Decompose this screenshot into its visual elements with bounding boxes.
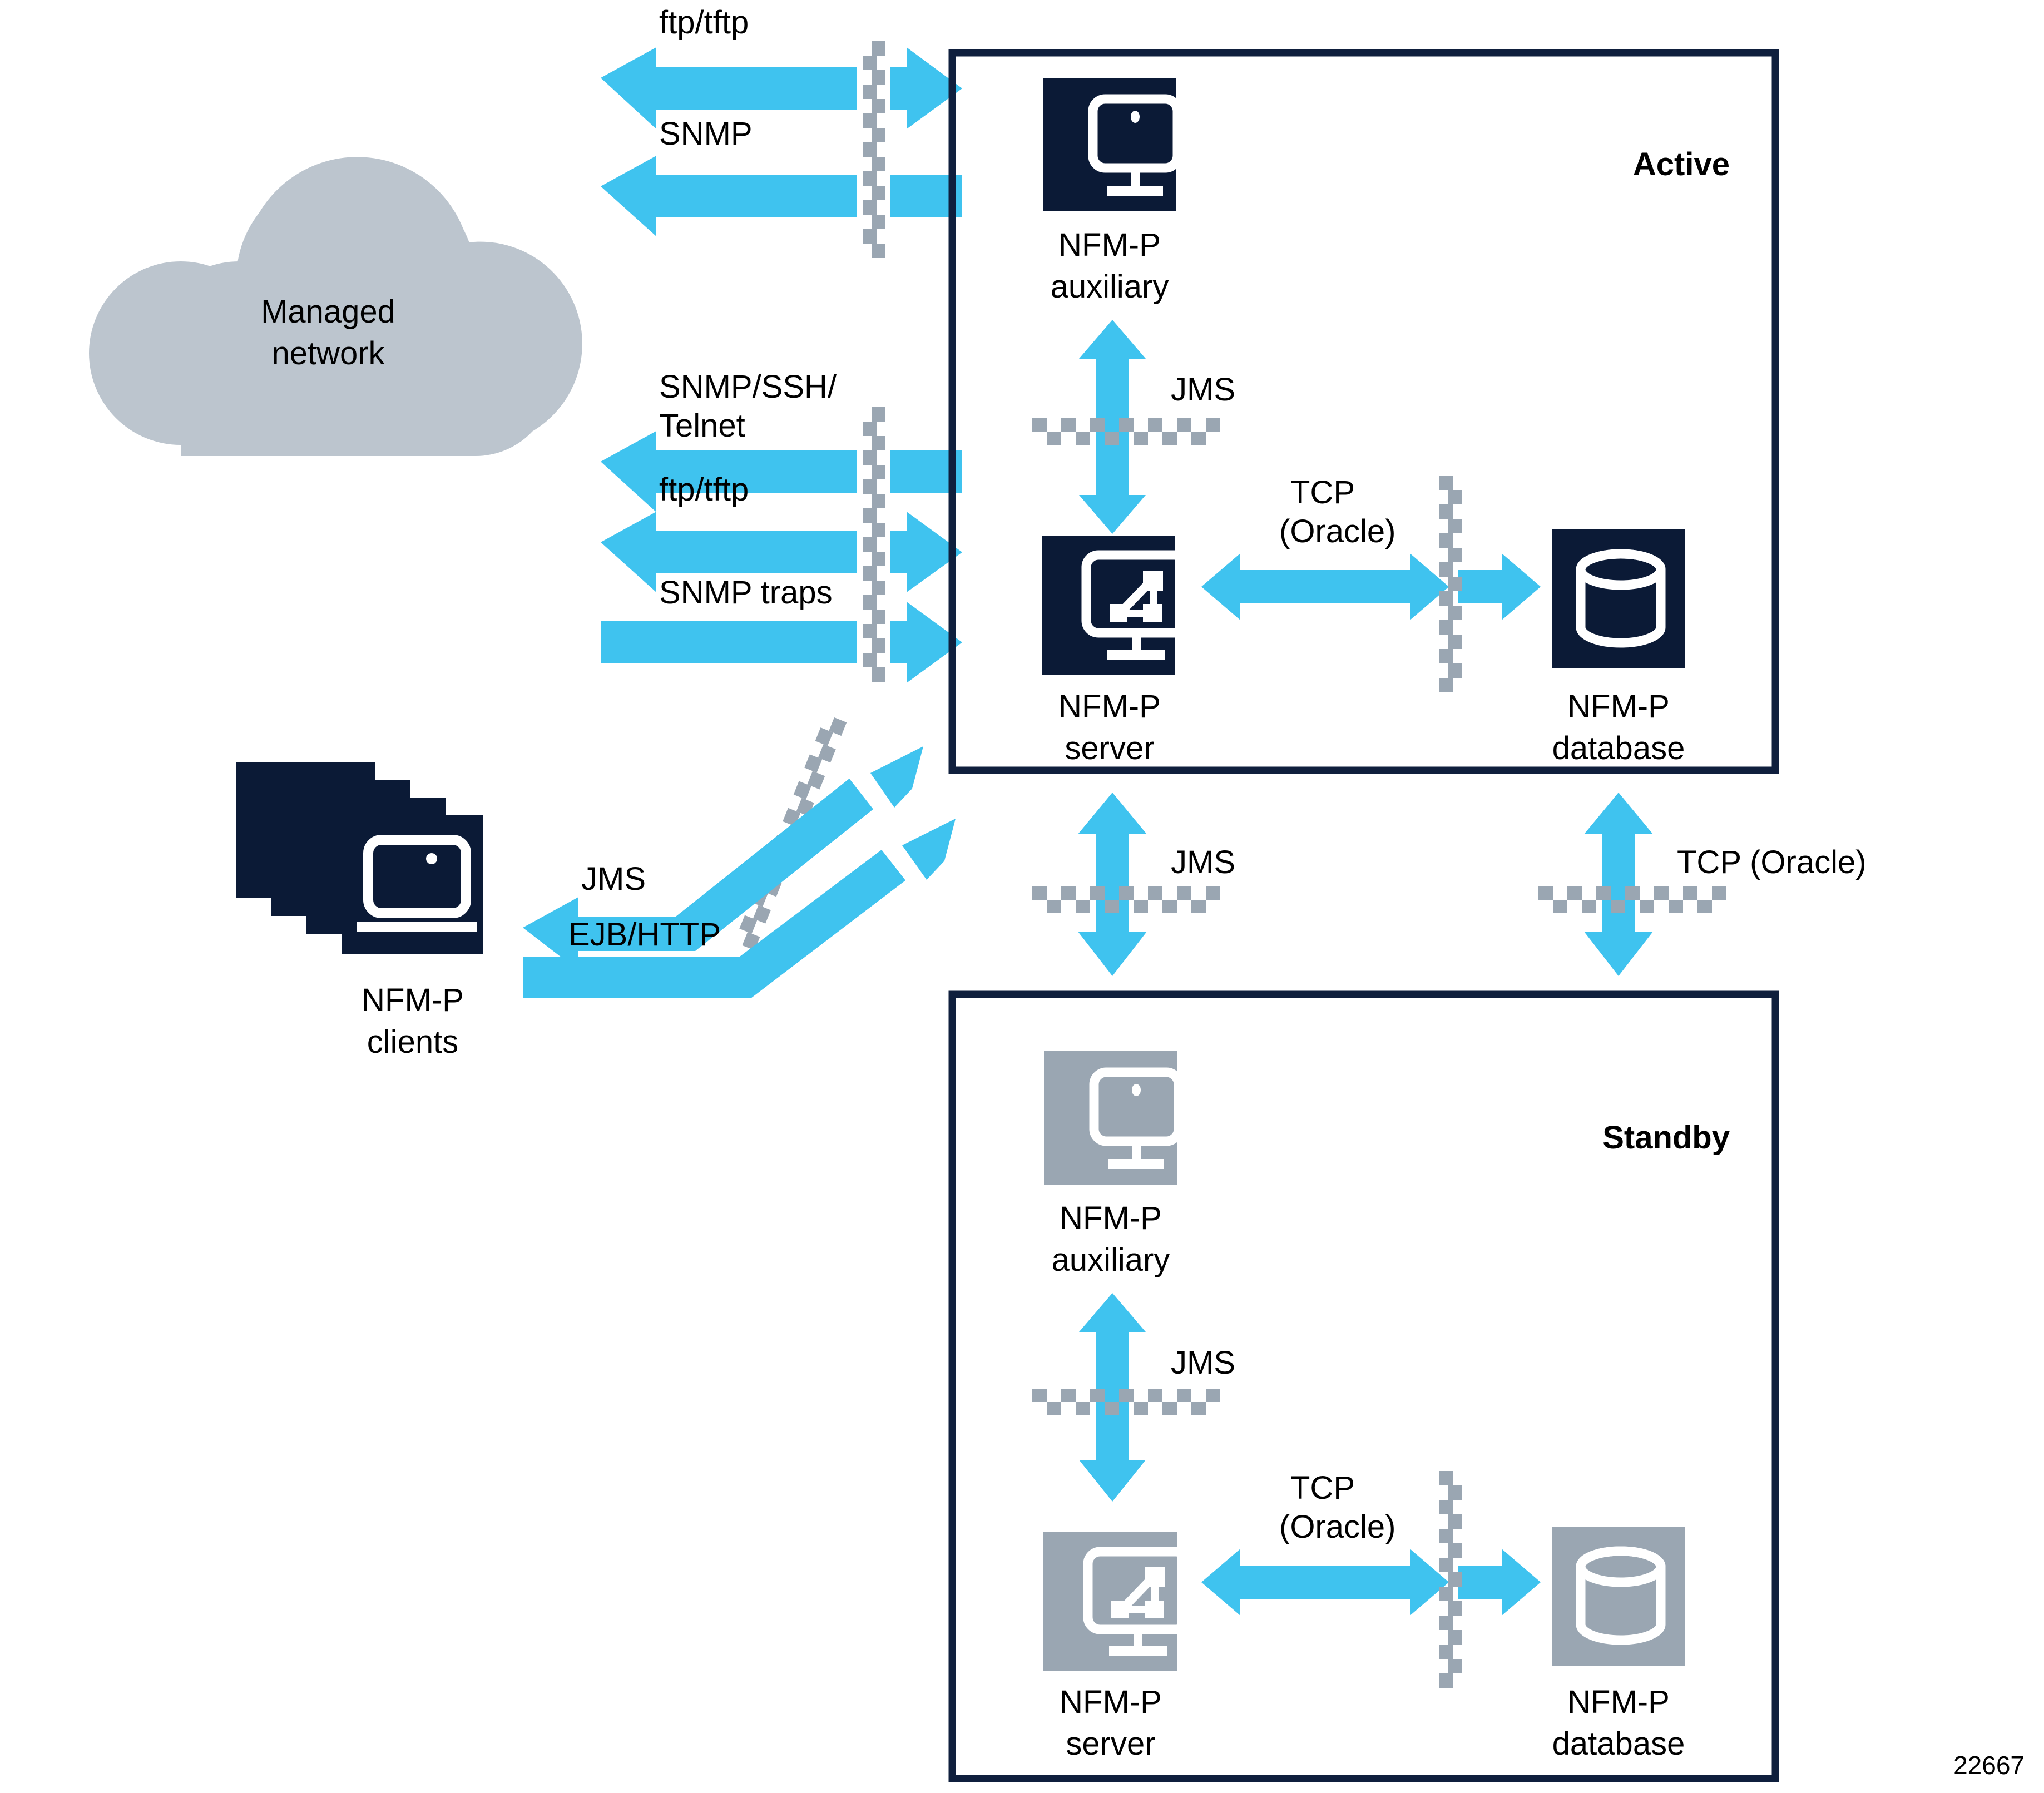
active-tcp-label-line1: TCP bbox=[1290, 474, 1355, 511]
managed-network-cloud: Managed network bbox=[89, 157, 582, 456]
standby-auxiliary-node: NFM-P auxiliary bbox=[1044, 1051, 1179, 1278]
link-tcp-oracle-db: TCP (Oracle) bbox=[1538, 793, 1867, 976]
standby-database-label-line1: NFM-P bbox=[1567, 1684, 1670, 1720]
standby-tcp-label-line2: (Oracle) bbox=[1279, 1509, 1395, 1545]
active-database-node: NFM-P database bbox=[1552, 529, 1685, 766]
standby-jms-label: JMS bbox=[1171, 1345, 1235, 1381]
standby-server-label-line1: NFM-P bbox=[1060, 1684, 1162, 1720]
active-database-label-line2: database bbox=[1552, 730, 1685, 766]
standby-server-node: NFM-P server bbox=[1043, 1532, 1188, 1762]
active-tcp-label-line2: (Oracle) bbox=[1279, 513, 1395, 549]
active-auxiliary-label-line2: auxiliary bbox=[1051, 269, 1169, 305]
flow-jms-clients-label: JMS bbox=[581, 861, 646, 897]
standby-jms-link: JMS bbox=[1032, 1293, 1235, 1502]
standby-group-title: Standby bbox=[1602, 1120, 1730, 1156]
active-auxiliary-node: NFM-P auxiliary bbox=[1043, 78, 1177, 305]
standby-tcp-label-line1: TCP bbox=[1290, 1470, 1355, 1506]
nfmp-clients: NFM-P clients bbox=[236, 762, 483, 1060]
cloud-label-line1: Managed bbox=[261, 294, 395, 330]
standby-server-label-line2: server bbox=[1066, 1726, 1155, 1762]
clients-label-line1: NFM-P bbox=[362, 982, 464, 1018]
active-tcp-link: TCP (Oracle) bbox=[1201, 474, 1541, 692]
flow-ftp-tftp-top: ftp/tftp bbox=[601, 4, 962, 129]
firewall-vertical-middle bbox=[863, 407, 885, 682]
standby-database-label-line2: database bbox=[1552, 1726, 1685, 1762]
link-tcp-redundancy-label: TCP (Oracle) bbox=[1677, 844, 1867, 880]
active-jms-label: JMS bbox=[1171, 372, 1235, 408]
figure-id: 22667 bbox=[1953, 1751, 2025, 1780]
flow-snmp-top-label: SNMP bbox=[659, 116, 753, 152]
active-group-title: Active bbox=[1633, 146, 1730, 182]
standby-auxiliary-label-line1: NFM-P bbox=[1060, 1200, 1162, 1236]
nfmp-redundancy-diagram: Managed network ftp/tftp SNMP SNMP/SSH/ … bbox=[89, 4, 2025, 1782]
flow-snmp-ssh-telnet-label-line2: Telnet bbox=[659, 408, 745, 444]
active-server-label-line1: NFM-P bbox=[1058, 689, 1161, 725]
flow-ejb-http-clients-label: EJB/HTTP bbox=[568, 917, 721, 953]
flow-snmp-ssh-telnet: SNMP/SSH/ Telnet bbox=[601, 369, 962, 512]
cloud-label-line2: network bbox=[271, 335, 385, 372]
link-jms-redundancy-label: JMS bbox=[1171, 844, 1235, 880]
firewall-vertical-top bbox=[863, 41, 885, 258]
standby-auxiliary-label-line2: auxiliary bbox=[1052, 1242, 1170, 1278]
active-server-label-line2: server bbox=[1065, 730, 1154, 766]
flow-snmp-traps-label: SNMP traps bbox=[659, 574, 833, 611]
flow-snmp-top: SNMP bbox=[601, 116, 962, 236]
active-database-label-line1: NFM-P bbox=[1567, 689, 1670, 725]
flow-ftp-tftp-top-label: ftp/tftp bbox=[659, 4, 749, 41]
diagram-canvas: Managed network ftp/tftp SNMP SNMP/SSH/ … bbox=[0, 0, 2044, 1793]
clients-label-line2: clients bbox=[367, 1024, 458, 1060]
active-server-node: NFM-P server bbox=[1042, 536, 1186, 766]
standby-database-node: NFM-P database bbox=[1552, 1527, 1685, 1762]
active-auxiliary-label-line1: NFM-P bbox=[1058, 227, 1161, 263]
flow-snmp-ssh-telnet-label-line1: SNMP/SSH/ bbox=[659, 369, 837, 405]
standby-tcp-link: TCP (Oracle) bbox=[1201, 1470, 1541, 1688]
active-jms-link: JMS bbox=[1032, 320, 1235, 534]
flow-ftp-tftp-mid-label: ftp/tftp bbox=[659, 472, 749, 508]
link-jms-active-standby: JMS bbox=[1032, 793, 1235, 976]
